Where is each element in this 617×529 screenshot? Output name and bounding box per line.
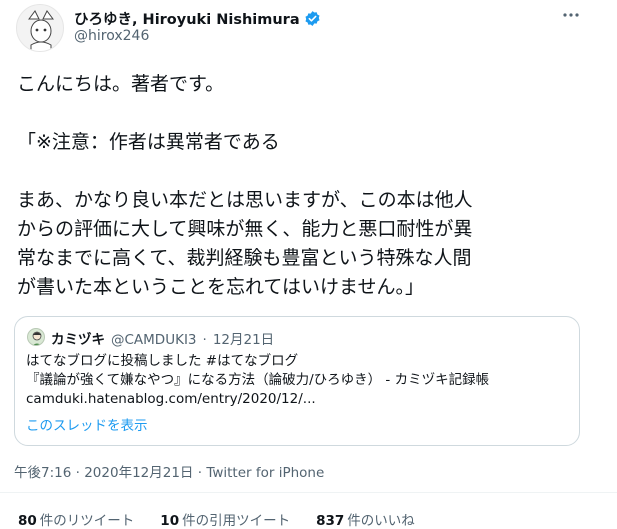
tweet-source[interactable]: Twitter for iPhone xyxy=(206,465,324,481)
tweet-line xyxy=(17,157,607,186)
tweet-date[interactable]: 2020年12月21日 xyxy=(84,465,193,481)
retweets-label: 件のリツイート xyxy=(39,513,135,529)
likes-stat[interactable]: 837 件のいいね xyxy=(316,509,415,529)
quoted-line: 『議論が強くて嫌なやつ』になる方法（論破力/ひろゆき） - カミヅキ記録帳 xyxy=(26,372,490,388)
quoted-separator: · xyxy=(202,332,207,348)
tweet-time[interactable]: 午後7:16 xyxy=(14,465,71,481)
quoted-line: camduki.hatenablog.com/entry/2020/12/... xyxy=(26,391,316,407)
tweet-text: こんにちは。著者です。 「※注意：作者は異常者である まあ、かなり良い本だとは思… xyxy=(17,70,607,302)
quoted-author-name: カミヅキ xyxy=(51,332,105,348)
tweet-line: こんにちは。著者です。 xyxy=(17,73,225,95)
retweets-stat[interactable]: 80 件のリツイート xyxy=(18,509,134,529)
divider xyxy=(0,492,617,493)
quotes-stat[interactable]: 10 件の引用ツイート xyxy=(160,509,290,529)
quotes-label: 件の引用ツイート xyxy=(182,513,291,529)
quoted-author-avatar xyxy=(27,328,45,346)
show-thread-link[interactable]: このスレッドを表示 xyxy=(26,414,148,434)
quoted-text: はてなブログに投稿しました #はてなブログ 『議論が強くて嫌なやつ』になる方法（… xyxy=(26,352,574,409)
quoted-line: はてなブログに投稿しました #はてなブログ xyxy=(26,353,299,369)
tweet-line: 「※注意：作者は異常者である xyxy=(17,131,280,153)
tweet-meta: 午後7:16 · 2020年12月21日 · Twitter for iPhon… xyxy=(14,461,324,481)
tweet-line: 常なまでに高くて、裁判経験も豊富という特殊な人間 xyxy=(17,247,472,269)
quoted-header: カミヅキ @CAMDUKI3 · 12月21日 xyxy=(51,328,274,348)
quotes-count: 10 xyxy=(160,513,180,529)
quoted-author-handle: @CAMDUKI3 xyxy=(111,332,197,348)
likes-count: 837 xyxy=(316,513,345,529)
avatar-illustration-icon xyxy=(28,10,54,51)
author-handle[interactable]: @hirox246 xyxy=(74,28,149,44)
verified-badge-icon xyxy=(305,11,320,26)
quoted-date: 12月21日 xyxy=(212,332,275,348)
more-options-button[interactable] xyxy=(561,5,581,30)
retweets-count: 80 xyxy=(18,513,37,529)
likes-label: 件のいいね xyxy=(347,513,415,529)
tweet-line xyxy=(17,99,607,128)
quoted-tweet-card[interactable]: カミヅキ @CAMDUKI3 · 12月21日 はてなブログに投稿しました #は… xyxy=(14,316,580,446)
tweet-line: からの評価に大して興味が無く、能力と悪口耐性が異 xyxy=(17,218,473,240)
tweet-line: が書いた本ということを忘れてはいけません。」 xyxy=(17,276,424,298)
quoted-avatar-icon xyxy=(32,331,42,345)
tweet-line: まあ、かなり良い本だとは思いますが、この本は他人 xyxy=(17,189,473,211)
more-dots-icon xyxy=(563,13,579,17)
author-display-name[interactable]: ひろゆき, Hiroyuki Nishimura xyxy=(74,8,300,29)
meta-separator: · xyxy=(75,465,85,481)
author-avatar[interactable] xyxy=(16,4,64,52)
author-name-row[interactable]: ひろゆき, Hiroyuki Nishimura xyxy=(74,8,321,29)
tweet-stats: 80 件のリツイート 10 件の引用ツイート 837 件のいいね xyxy=(18,509,415,529)
